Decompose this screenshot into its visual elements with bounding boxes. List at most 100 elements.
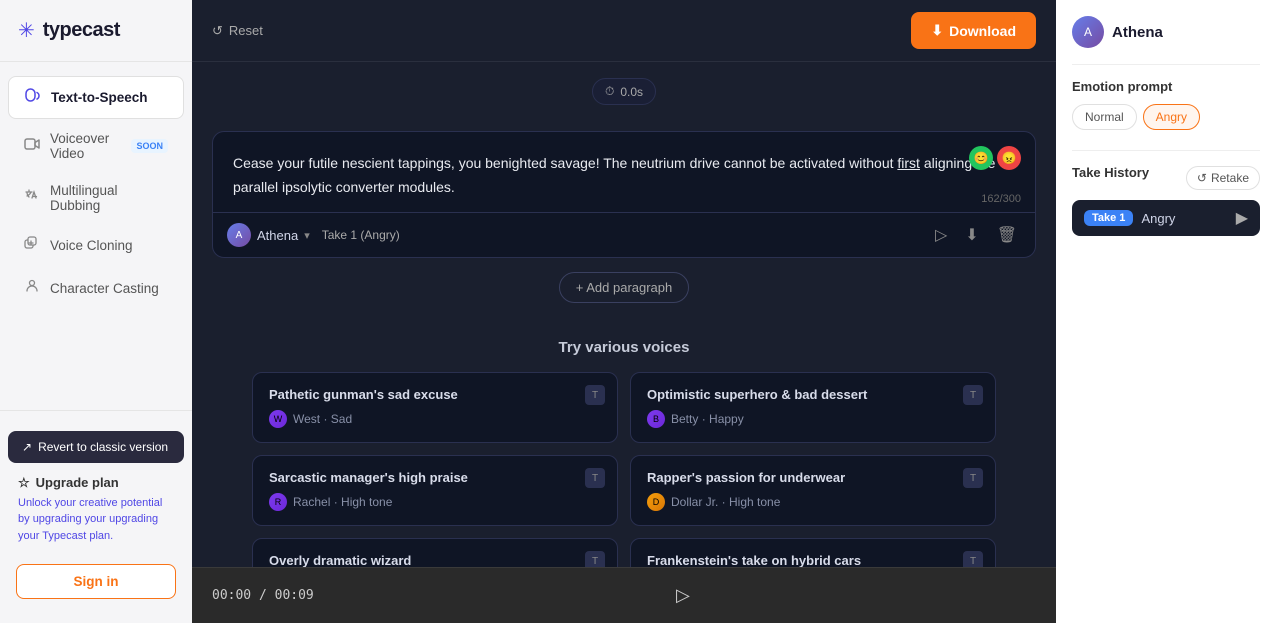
panel-header: A Athena xyxy=(1072,16,1260,48)
take-play-button-0[interactable]: ▶ xyxy=(1236,208,1248,228)
time-display: ⏱ 0.0s xyxy=(592,78,656,105)
sidebar-item-label-tts: Text-to-Speech xyxy=(51,90,148,105)
multilingual-icon xyxy=(24,188,40,209)
casting-icon xyxy=(24,278,40,299)
play-icon-button[interactable]: ▷ xyxy=(931,221,951,249)
voice-card-name-2: Rachel · High tone xyxy=(293,495,392,509)
sidebar-item-label-cloning: Voice Cloning xyxy=(50,238,133,253)
classic-version-button[interactable]: ↗ Revert to classic version xyxy=(8,431,184,463)
voice-card-t-2: T xyxy=(585,468,605,488)
reset-icon: ↺ xyxy=(212,23,223,39)
logo-text: typecast xyxy=(43,19,120,42)
text-content[interactable]: Cease your futile nescient tappings, you… xyxy=(233,152,1015,200)
sidebar-item-text-to-speech[interactable]: Text-to-Speech xyxy=(8,76,184,119)
add-paragraph-button[interactable]: + Add paragraph xyxy=(559,272,690,303)
emoji-red: 😠 xyxy=(997,146,1021,170)
download-button[interactable]: ⬇ Download xyxy=(911,12,1036,49)
upgrade-section: ☆ Upgrade plan Unlock your creative pote… xyxy=(8,467,184,557)
tts-icon xyxy=(25,87,41,108)
voice-card-t-1: T xyxy=(963,385,983,405)
text-editor-container[interactable]: Cease your futile nescient tappings, you… xyxy=(212,131,1036,258)
voice-card-title-5: Frankenstein's take on hybrid cars xyxy=(647,553,979,567)
text-area[interactable]: Cease your futile nescient tappings, you… xyxy=(213,132,1035,212)
voice-card-avatar-2: R xyxy=(269,493,287,511)
reset-button[interactable]: ↺ Reset xyxy=(212,23,263,39)
sign-in-button[interactable]: Sign in xyxy=(16,564,176,599)
take-history-header: Take History ↺ Retake xyxy=(1072,165,1260,190)
voice-card-avatar-3: D xyxy=(647,493,665,511)
sidebar-bottom: ↗ Revert to classic version ☆ Upgrade pl… xyxy=(0,410,192,623)
take-item-left-0: Take 1 Angry xyxy=(1084,210,1175,226)
download-label: Download xyxy=(949,23,1016,39)
voice-card-name-3: Dollar Jr. · High tone xyxy=(671,495,780,509)
voices-grid: Pathetic gunman's sad excuse W West · Sa… xyxy=(212,372,1036,567)
take-badge-0: Take 1 xyxy=(1084,210,1133,226)
voice-card-meta-2: R Rachel · High tone xyxy=(269,493,601,511)
editor-toolbar: A Athena ▾ Take 1 (Angry) ▷ ⬇ 🗑 xyxy=(213,212,1035,257)
reset-label: Reset xyxy=(229,23,263,38)
sidebar-item-character-casting[interactable]: Character Casting xyxy=(8,268,184,309)
voice-card-3[interactable]: Rapper's passion for underwear D Dollar … xyxy=(630,455,996,526)
logo-icon: ✳ xyxy=(18,18,35,43)
voice-card-meta-1: B Betty · Happy xyxy=(647,410,979,428)
logo-area: ✳ typecast xyxy=(0,0,192,62)
timer-icon: ⏱ xyxy=(605,84,614,99)
player-time: 00:00 / 00:09 xyxy=(212,588,314,603)
voice-card-avatar-0: W xyxy=(269,410,287,428)
voice-selector[interactable]: A Athena ▾ xyxy=(227,223,310,247)
voice-card-2[interactable]: Sarcastic manager's high praise R Rachel… xyxy=(252,455,618,526)
voice-card-t-3: T xyxy=(963,468,983,488)
time-value: 0.0s xyxy=(620,85,643,99)
upgrade-desc: Unlock your creative potential by upgrad… xyxy=(18,495,174,545)
voice-card-name-0: West · Sad xyxy=(293,412,352,426)
player-play-button[interactable]: ▷ xyxy=(676,585,690,606)
toolbar-actions: ▷ ⬇ 🗑 xyxy=(931,221,1021,249)
emotion-angry[interactable]: Angry xyxy=(1143,104,1200,130)
divider-2 xyxy=(1072,150,1260,151)
classic-icon: ↗ xyxy=(22,440,32,454)
take-emotion-0: Angry xyxy=(1141,211,1175,226)
voice-card-title-1: Optimistic superhero & bad dessert xyxy=(647,387,979,402)
voice-card-t-5: T xyxy=(963,551,983,567)
voice-card-meta-0: W West · Sad xyxy=(269,410,601,428)
voice-card-meta-3: D Dollar Jr. · High tone xyxy=(647,493,979,511)
char-count: 162/300 xyxy=(981,193,1021,205)
main-content: ↺ Reset ⬇ Download ⏱ 0.0s Cease your fut… xyxy=(192,0,1056,623)
sidebar: ✳ typecast Text-to-Speech Voiceover Vide… xyxy=(0,0,192,623)
voices-section-title: Try various voices xyxy=(212,339,1036,356)
soon-badge: SOON xyxy=(131,139,168,153)
voice-card-0[interactable]: Pathetic gunman's sad excuse W West · Sa… xyxy=(252,372,618,443)
take-label: Take 1 (Angry) xyxy=(322,228,400,242)
sidebar-item-voiceover-video[interactable]: Voiceover Video SOON xyxy=(8,121,184,171)
cloning-icon xyxy=(24,235,40,256)
voice-card-title-2: Sarcastic manager's high praise xyxy=(269,470,601,485)
retake-icon: ↺ xyxy=(1197,171,1207,185)
voice-card-title-3: Rapper's passion for underwear xyxy=(647,470,979,485)
emotion-prompt-label: Emotion prompt xyxy=(1072,79,1260,94)
retake-button[interactable]: ↺ Retake xyxy=(1186,166,1260,190)
emoji-counter: 😊 😠 xyxy=(969,146,1021,170)
voice-card-5[interactable]: Frankenstein's take on hybrid cars F Fra… xyxy=(630,538,996,567)
sidebar-item-voice-cloning[interactable]: Voice Cloning xyxy=(8,225,184,266)
voice-card-1[interactable]: Optimistic superhero & bad dessert B Bet… xyxy=(630,372,996,443)
voice-card-4[interactable]: Overly dramatic wizard S Sindarin · Sad … xyxy=(252,538,618,567)
voice-card-avatar-1: B xyxy=(647,410,665,428)
classic-label: Revert to classic version xyxy=(38,440,168,454)
sidebar-item-multilingual[interactable]: Multilingual Dubbing xyxy=(8,173,184,223)
voice-avatar: A xyxy=(227,223,251,247)
top-bar: ↺ Reset ⬇ Download xyxy=(192,0,1056,62)
emotion-normal[interactable]: Normal xyxy=(1072,104,1137,130)
editor-scroll-area[interactable]: ⏱ 0.0s Cease your futile nescient tappin… xyxy=(192,62,1056,567)
star-icon: ☆ xyxy=(18,475,30,491)
right-panel: A Athena Emotion prompt Normal Angry Tak… xyxy=(1056,0,1276,623)
download-icon: ⬇ xyxy=(931,22,943,39)
emoji-green: 😊 xyxy=(969,146,993,170)
video-icon xyxy=(24,136,40,157)
panel-avatar: A xyxy=(1072,16,1104,48)
download-icon-button[interactable]: ⬇ xyxy=(961,221,982,249)
delete-icon-button[interactable]: 🗑 xyxy=(993,221,1021,249)
take-item-0: Take 1 Angry ▶ xyxy=(1072,200,1260,236)
sidebar-item-label-video: Voiceover Video xyxy=(50,131,117,161)
sidebar-item-label-casting: Character Casting xyxy=(50,281,159,296)
chevron-down-icon: ▾ xyxy=(304,229,310,242)
